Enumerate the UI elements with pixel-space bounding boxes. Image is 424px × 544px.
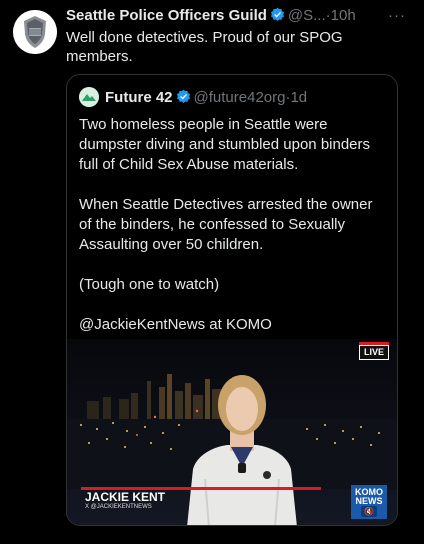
quoted-tweet-header: Future 42 @future42org·1d — [79, 87, 389, 109]
verified-badge-icon — [176, 89, 190, 104]
tweet-header: Seattle Police Officers Guild @S...·10h ·… — [66, 6, 416, 26]
tweet-text: Well done detectives. Proud of our SPOG … — [66, 29, 343, 65]
mountain-logo-icon — [79, 87, 99, 107]
future42-avatar[interactable] — [79, 87, 99, 107]
speaker-muted-icon[interactable]: 🔇 — [361, 506, 377, 517]
post-timestamp[interactable]: 10h — [331, 7, 356, 24]
quoted-paragraph-mention: @JackieKentNews at KOMO — [79, 316, 272, 333]
live-badge: LIVE — [358, 342, 390, 360]
author-name[interactable]: Seattle Police Officers Guild — [66, 7, 267, 24]
quoted-paragraph: When Seattle Detectives arrested the own… — [79, 196, 373, 253]
station-logo-text: KOMO NEWS — [355, 487, 383, 506]
reporter-handle: X @JACKIEKENTNEWS — [85, 504, 152, 510]
video-player[interactable]: LIVE JACKIE KENT X @JACKIEKENTNEWS KOMO … — [67, 339, 397, 525]
quoted-tweet[interactable]: Future 42 @future42org·1d Two homeless pe… — [66, 74, 398, 526]
quoted-paragraph: Two homeless people in Seattle were dump… — [79, 116, 371, 173]
verified-badge-icon — [270, 7, 284, 22]
quoted-tweet-text: Two homeless people in Seattle were dump… — [79, 115, 389, 335]
spog-avatar[interactable] — [13, 10, 57, 54]
police-badge-icon — [13, 10, 57, 54]
tweet[interactable]: Seattle Police Officers Guild @S...·10h ·… — [0, 0, 424, 544]
more-options-icon[interactable]: ··· — [388, 6, 406, 26]
komo-news-logo: KOMO NEWS 🔇 — [351, 485, 387, 519]
quoted-timestamp[interactable]: 1d — [290, 89, 307, 106]
author-handle[interactable]: @S... — [288, 7, 326, 24]
quoted-author-handle[interactable]: @future42org — [194, 89, 286, 106]
quoted-paragraph: (Tough one to watch) — [79, 276, 220, 293]
quoted-author-name[interactable]: Future 42 — [105, 89, 173, 106]
news-lower-third: JACKIE KENT X @JACKIEKENTNEWS — [81, 487, 321, 511]
